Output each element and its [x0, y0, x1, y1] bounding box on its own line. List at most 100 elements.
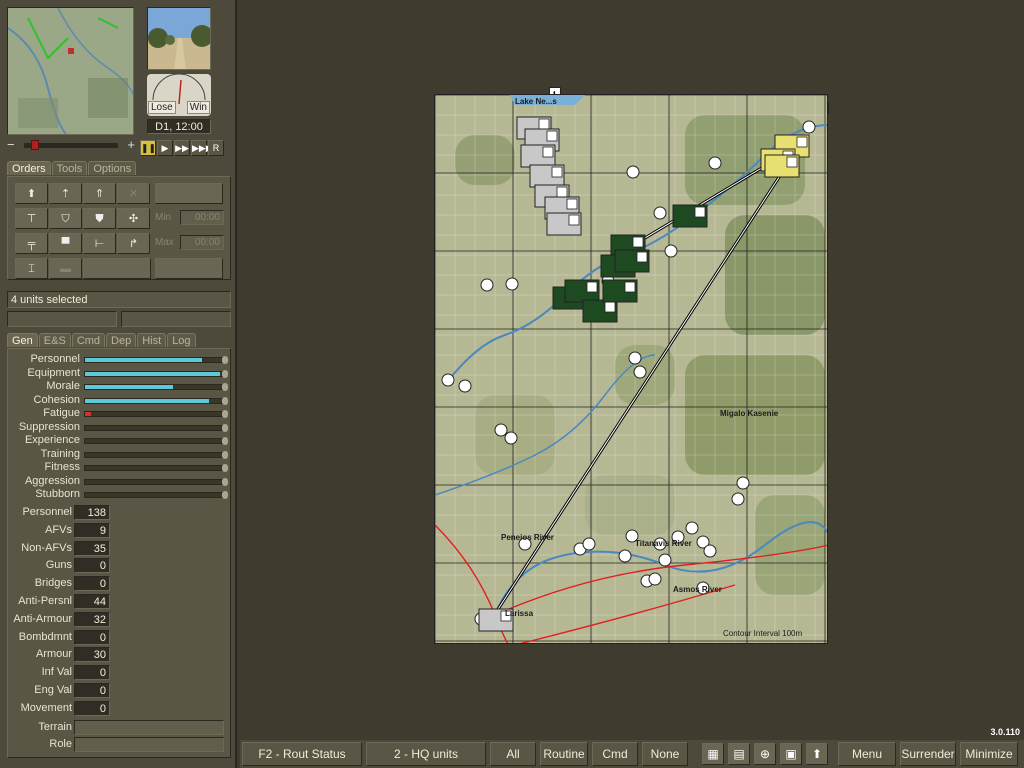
- gauge-win-label: Win: [186, 101, 210, 114]
- allied-unit-hq: [556, 186, 568, 198]
- stat-value-row: Bridges 0: [8, 576, 232, 592]
- gauge-lose-label: Lose: [148, 101, 176, 114]
- stat-value-box: 32: [74, 611, 110, 627]
- stat-value-row: Eng Val 0: [8, 683, 232, 698]
- grid-toggle-icon[interactable]: ▦: [702, 743, 724, 765]
- order-move-icon[interactable]: ⬆: [15, 183, 48, 204]
- pause-button[interactable]: ❚❚: [140, 140, 156, 156]
- stat-bar-row: Aggression: [8, 475, 232, 488]
- max-label: Max: [155, 237, 174, 248]
- stat-value-box: 0: [74, 629, 110, 645]
- tab-cmd[interactable]: Cmd: [71, 333, 106, 347]
- order-wide-1-button[interactable]: [155, 183, 223, 204]
- order-fortify-icon[interactable]: ⛊: [83, 208, 116, 229]
- order-advance-icon[interactable]: ⇡: [49, 183, 82, 204]
- stat-bar-end: [222, 423, 228, 432]
- all-button[interactable]: All: [490, 742, 536, 766]
- order-disabled-1-icon[interactable]: ✕: [117, 183, 150, 204]
- stat-value-box: 0: [74, 665, 110, 681]
- layers-icon[interactable]: ▤: [728, 743, 750, 765]
- stat-value-label: Movement: [20, 701, 72, 714]
- min-label: Min: [155, 212, 172, 223]
- tab-es[interactable]: E&S: [38, 333, 71, 347]
- stat-bar-end: [222, 369, 228, 378]
- faster-forward-button[interactable]: ▶▶▶: [191, 140, 213, 156]
- map-canvas[interactable]: [435, 95, 828, 644]
- minimap-terrain: [8, 8, 133, 134]
- hq-units-button[interactable]: 2 - HQ units: [366, 742, 486, 766]
- fast-forward-button[interactable]: ▶▶: [174, 140, 190, 156]
- stat-value-label: Guns: [45, 559, 72, 572]
- bridge-marker: [441, 373, 455, 387]
- replay-button[interactable]: R: [208, 140, 224, 156]
- zoom-knob[interactable]: [31, 140, 39, 150]
- routine-button[interactable]: Routine: [540, 742, 588, 766]
- stat-bar-row: Experience: [8, 434, 232, 447]
- map-label-migalo: Migalo Kasenie: [720, 409, 779, 418]
- stat-value-box: 0: [74, 558, 110, 574]
- stat-value-box: 138: [74, 505, 110, 520]
- stat-bar-fill: [85, 358, 203, 362]
- bridge-marker: [628, 351, 642, 365]
- date-time-display: D1, 12:00: [147, 119, 211, 134]
- minimap[interactable]: [7, 7, 134, 135]
- tab-hist[interactable]: Hist: [137, 333, 167, 347]
- stat-bar-row: Training: [8, 448, 232, 461]
- order-shield-icon[interactable]: ⛉: [49, 208, 82, 229]
- tab-log[interactable]: Log: [167, 333, 196, 347]
- tab-orders[interactable]: Orders: [7, 161, 51, 175]
- order-bridge-icon[interactable]: ⌶: [15, 258, 48, 279]
- axis-unit-hq: [604, 301, 616, 313]
- order-defend-icon[interactable]: ⊤: [15, 208, 48, 229]
- order-entrench-icon[interactable]: ▀: [49, 233, 82, 254]
- stat-value-label: Non-AFVs: [21, 541, 72, 554]
- surrender-button[interactable]: Surrender: [900, 742, 956, 766]
- menu-button[interactable]: Menu: [838, 742, 896, 766]
- stat-bar-row: Suppression: [8, 421, 232, 434]
- tab-gen[interactable]: Gen: [7, 333, 38, 347]
- order-rest-icon[interactable]: ⊢: [83, 233, 116, 254]
- tactical-map[interactable]: Lake Ne...s Migalo Kasenie Peneios River…: [434, 94, 828, 644]
- order-bombard-icon[interactable]: ↱: [117, 233, 150, 254]
- bridge-marker: [626, 165, 640, 179]
- stat-value-box: 0: [74, 683, 110, 698]
- bridge-marker: [703, 544, 717, 558]
- order-hold-icon[interactable]: ╤: [15, 233, 48, 254]
- min-field[interactable]: 00:00: [180, 210, 224, 225]
- play-button[interactable]: ▶: [157, 140, 173, 156]
- unit-display-icon[interactable]: ▣: [780, 743, 802, 765]
- stat-value-box: 44: [74, 594, 110, 609]
- order-disabled-2-icon[interactable]: ▬: [49, 258, 82, 279]
- zoom-in-icon[interactable]: +: [127, 137, 135, 152]
- stat-value-label: Armour: [35, 648, 72, 661]
- order-wide-2-button[interactable]: [83, 258, 151, 279]
- bridge-marker: [658, 553, 672, 567]
- order-wide-3-button[interactable]: [155, 258, 223, 279]
- unit-stats-panel: Personnel Equipment Morale Cohesion Fatigue S…: [7, 348, 231, 758]
- stat-bar-label: Training: [40, 447, 80, 460]
- minimize-button[interactable]: Minimize: [960, 742, 1018, 766]
- order-attack-icon[interactable]: ⇑: [83, 183, 116, 204]
- order-recon-icon[interactable]: ✣: [117, 208, 150, 229]
- stat-value-row: Anti-Persnl 44: [8, 594, 232, 609]
- stat-value-label: Inf Val: [41, 666, 72, 679]
- max-field[interactable]: 00:00: [180, 235, 224, 250]
- cmd-button[interactable]: Cmd: [592, 742, 638, 766]
- stat-bar-track: [84, 437, 228, 445]
- allied-unit-hq: [551, 166, 563, 178]
- tab-dep[interactable]: Dep: [106, 333, 137, 347]
- terrain-overlay-icon[interactable]: ⊕: [754, 743, 776, 765]
- axis-unit-hq: [624, 281, 636, 293]
- zoom-slider[interactable]: − +: [7, 137, 135, 152]
- zoom-out-icon[interactable]: −: [7, 137, 15, 152]
- version-label: 3.0.110: [990, 727, 1020, 737]
- none-button[interactable]: None: [642, 742, 688, 766]
- tab-options[interactable]: Options: [88, 161, 137, 175]
- hq-display-icon[interactable]: ⬆: [806, 743, 828, 765]
- stat-bar-track: [84, 410, 228, 418]
- tab-tools[interactable]: Tools: [51, 161, 88, 175]
- rout-status-button[interactable]: F2 - Rout Status: [242, 742, 362, 766]
- victory-gauge: Lose Win: [147, 74, 211, 116]
- axis-unit-hq: [694, 206, 706, 218]
- stat-value-row: Non-AFVs 35: [8, 540, 232, 556]
